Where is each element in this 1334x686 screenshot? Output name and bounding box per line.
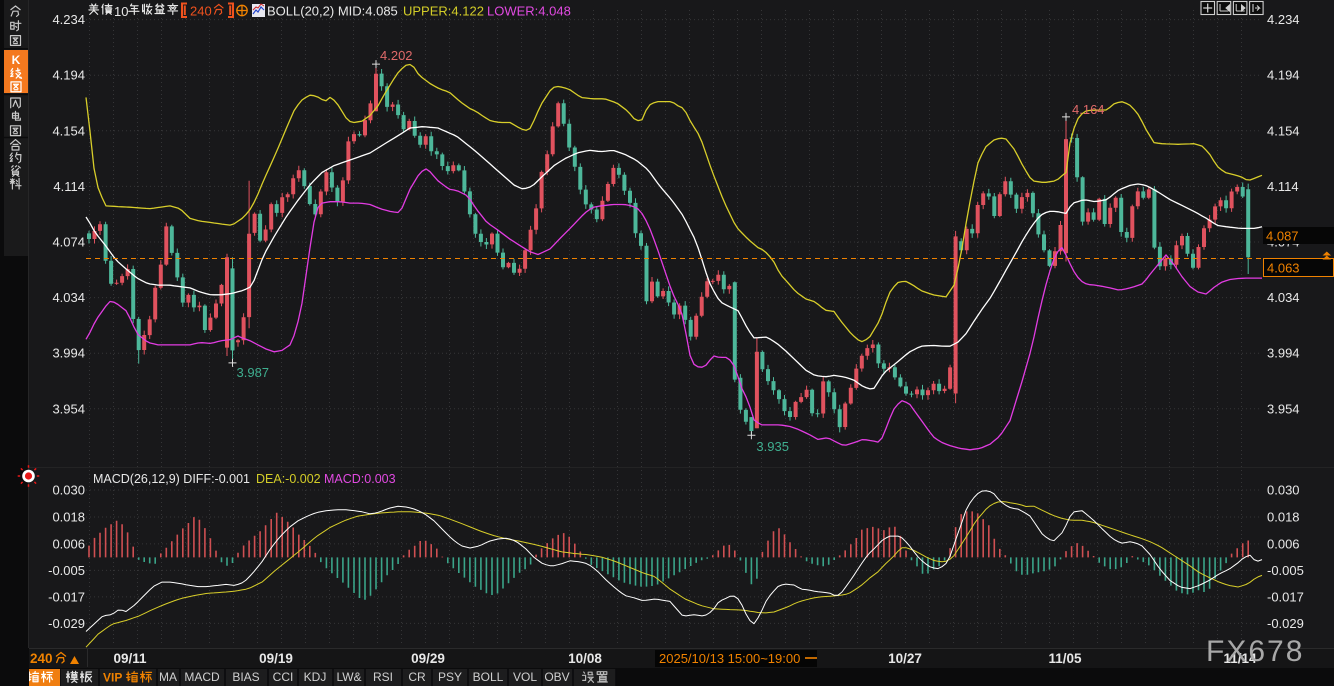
svg-text:11/05: 11/05	[1048, 651, 1082, 666]
svg-text:LW&: LW&	[336, 670, 361, 684]
svg-text:RSI: RSI	[373, 670, 393, 684]
svg-text:240: 240	[190, 4, 212, 19]
svg-text:4.074: 4.074	[52, 235, 85, 250]
svg-text:-0.005: -0.005	[48, 563, 85, 578]
svg-text:3.994: 3.994	[1267, 346, 1300, 361]
svg-text:4.194: 4.194	[52, 68, 85, 83]
svg-text:4.194: 4.194	[1267, 68, 1300, 83]
svg-text:-0.005: -0.005	[1267, 563, 1304, 578]
svg-text:4.114: 4.114	[53, 179, 85, 194]
svg-text:10/27: 10/27	[888, 651, 922, 666]
svg-text:3.954: 3.954	[52, 401, 85, 416]
svg-text:MACD: MACD	[184, 670, 220, 684]
svg-text:4.063: 4.063	[1267, 261, 1300, 276]
svg-text:CCI: CCI	[273, 670, 294, 684]
svg-text:4.114: 4.114	[1267, 179, 1299, 194]
svg-text:BOLL: BOLL	[473, 670, 504, 684]
svg-text:VOL: VOL	[513, 670, 537, 684]
svg-text:2025/10/13 15:00~19:00: 2025/10/13 15:00~19:00	[659, 651, 800, 666]
svg-text:BOLL(20,2) MID:4.085: BOLL(20,2) MID:4.085	[267, 4, 398, 19]
svg-text:10: 10	[114, 4, 128, 19]
svg-text:240: 240	[30, 651, 53, 666]
svg-text:PSY: PSY	[438, 670, 462, 684]
svg-text:BIAS: BIAS	[232, 670, 259, 684]
svg-text:4.154: 4.154	[1267, 123, 1300, 138]
svg-text:KDJ: KDJ	[304, 670, 327, 684]
svg-text:4.154: 4.154	[52, 123, 85, 138]
svg-text:CR: CR	[408, 670, 426, 684]
svg-text:-0.017: -0.017	[1267, 589, 1304, 604]
svg-text:4.164: 4.164	[1072, 102, 1105, 117]
svg-text:-0.029: -0.029	[1267, 616, 1304, 631]
svg-text:09/29: 09/29	[411, 651, 445, 666]
svg-text:3.994: 3.994	[52, 346, 85, 361]
svg-text:4.202: 4.202	[380, 48, 413, 63]
svg-text:4.087: 4.087	[1266, 229, 1299, 244]
svg-text:4.034: 4.034	[1267, 290, 1300, 305]
svg-text:3.954: 3.954	[1267, 401, 1300, 416]
svg-text:LOWER:4.048: LOWER:4.048	[487, 4, 571, 19]
svg-text:UPPER:4.122: UPPER:4.122	[403, 4, 484, 19]
svg-text:4.234: 4.234	[52, 12, 85, 27]
svg-text:4.234: 4.234	[1267, 12, 1300, 27]
svg-text:FX678: FX678	[1206, 635, 1304, 668]
svg-text:MACD(26,12,9) DIFF:-0.001: MACD(26,12,9) DIFF:-0.001	[93, 472, 250, 486]
svg-text:09/11: 09/11	[113, 651, 147, 666]
svg-text:10/08: 10/08	[568, 651, 602, 666]
svg-text:MACD:0.003: MACD:0.003	[324, 472, 396, 486]
svg-text:DEA:-0.002: DEA:-0.002	[256, 472, 321, 486]
svg-text:09/19: 09/19	[259, 651, 293, 666]
svg-text:4.034: 4.034	[52, 290, 85, 305]
svg-text:-0.017: -0.017	[48, 589, 85, 604]
svg-text:OBV: OBV	[544, 670, 569, 684]
svg-text:0.006: 0.006	[52, 536, 85, 551]
svg-text:3.935: 3.935	[756, 439, 789, 454]
svg-text:0.030: 0.030	[52, 483, 85, 498]
svg-text:0.018: 0.018	[1267, 510, 1300, 525]
svg-text:K: K	[12, 53, 21, 67]
svg-text:VIP: VIP	[103, 671, 122, 685]
svg-text:MA: MA	[159, 670, 177, 684]
svg-text:3.987: 3.987	[237, 365, 270, 380]
svg-text:-0.029: -0.029	[48, 616, 85, 631]
svg-text:0.030: 0.030	[1267, 483, 1300, 498]
svg-text:0.006: 0.006	[1267, 536, 1300, 551]
svg-text:0.018: 0.018	[52, 510, 85, 525]
